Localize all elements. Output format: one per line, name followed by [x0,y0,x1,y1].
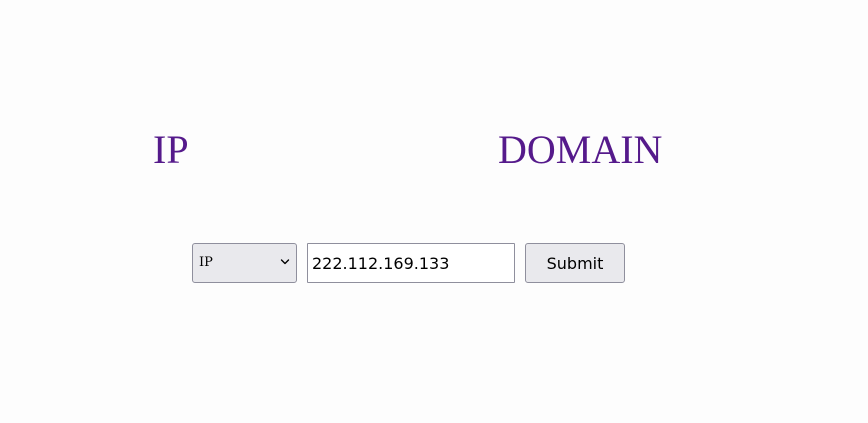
lookup-form: IP Submit [192,243,625,283]
ip-address-input[interactable] [307,243,515,283]
nav-link-ip[interactable]: IP [153,127,189,173]
page: IP DOMAIN IP Submit [0,0,868,423]
submit-button[interactable]: Submit [525,243,625,283]
lookup-type-selected-value: IP [199,255,213,270]
nav-link-domain[interactable]: DOMAIN [498,127,662,173]
lookup-type-select[interactable]: IP [192,243,297,283]
chevron-down-icon [280,259,290,265]
